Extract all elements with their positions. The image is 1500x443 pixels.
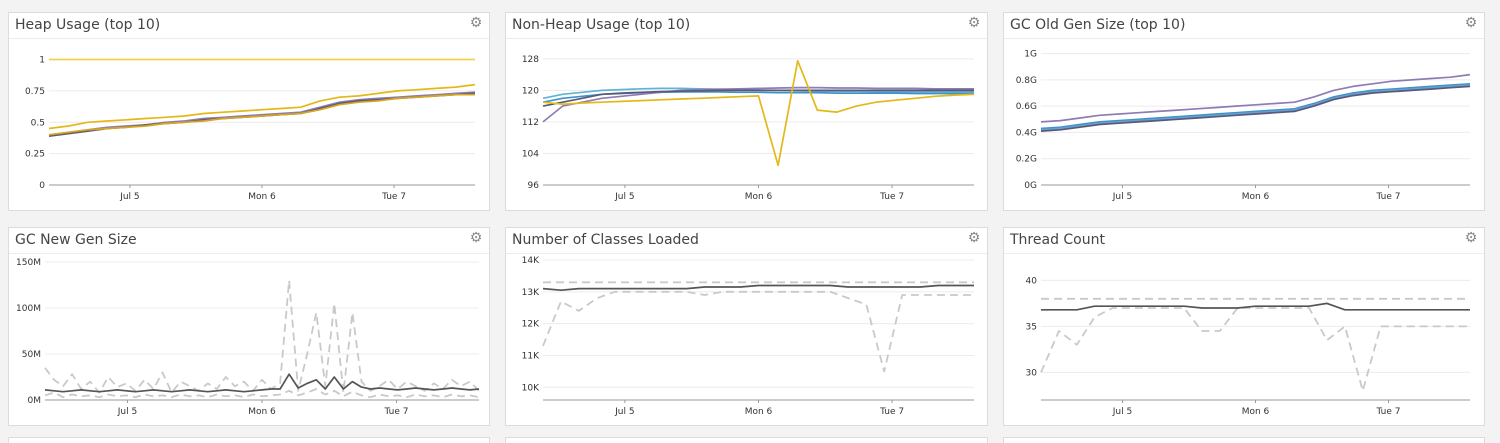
y-tick-label: 40 bbox=[1026, 276, 1038, 286]
series-line bbox=[542, 59, 975, 167]
thread-count-chart: 30 35 40 Jul 5 Mon 6 Tue 7 bbox=[1026, 276, 1470, 417]
y-tick-label: 0.8G bbox=[1016, 76, 1037, 86]
y-tick-label: 128 bbox=[522, 55, 539, 65]
panel-title: Number of Classes Loaded bbox=[512, 232, 699, 248]
x-tick-label: Tue 7 bbox=[879, 192, 904, 202]
panel-title: Non-Heap Usage (top 10) bbox=[512, 17, 691, 33]
y-tick-label: 1G bbox=[1024, 50, 1037, 60]
gear-icon[interactable]: ⚙ bbox=[967, 231, 981, 245]
y-tick-label: 0.6G bbox=[1016, 102, 1037, 112]
series-line bbox=[44, 373, 480, 393]
y-tick-label: 0 bbox=[39, 181, 45, 191]
x-tick-label: Jul 5 bbox=[614, 407, 634, 417]
panel-title: Thread Count bbox=[1010, 232, 1105, 248]
series-line bbox=[1040, 307, 1470, 392]
series-line bbox=[542, 284, 974, 292]
panel-header: Non-Heap Usage (top 10) ⚙ bbox=[506, 13, 987, 39]
panel-title: Heap Usage (top 10) bbox=[15, 17, 161, 33]
y-tick-label: 35 bbox=[1026, 322, 1037, 332]
y-tick-label: 0.5 bbox=[31, 118, 45, 128]
panel-header: Number of Classes Loaded ⚙ bbox=[506, 228, 987, 254]
panel-heap-usage: Heap Usage (top 10) ⚙ 0 0.25 0.5 0.75 1 Jul 5… bbox=[8, 12, 490, 211]
x-tick-label: Tue 7 bbox=[381, 192, 406, 202]
y-tick-label: 100M bbox=[16, 304, 41, 314]
y-tick-label: 0M bbox=[28, 396, 42, 406]
next-row-panel-edge bbox=[8, 437, 490, 443]
gear-icon[interactable]: ⚙ bbox=[967, 16, 981, 30]
x-tick-label: Mon 6 bbox=[745, 192, 773, 202]
x-tick-label: Jul 5 bbox=[1112, 407, 1132, 417]
x-tick-label: Mon 6 bbox=[745, 407, 773, 417]
panel-header: Thread Count ⚙ bbox=[1004, 228, 1484, 254]
panel-classes-loaded: Number of Classes Loaded ⚙ 10K 11K 12K 13K 1… bbox=[505, 227, 988, 426]
x-tick-label: Mon 6 bbox=[1242, 192, 1270, 202]
x-tick-label: Tue 7 bbox=[879, 407, 904, 417]
gc-old-gen-size-chart: 0G 0.2G 0.4G 0.6G 0.8G 1G Jul 5 Mon 6 Tue 7 bbox=[1016, 50, 1471, 202]
non-heap-usage-chart: 96 104 112 120 128 Jul 5 Mon 6 Tue 7 bbox=[522, 55, 975, 202]
y-tick-label: 50M bbox=[22, 350, 41, 360]
y-tick-label: 30 bbox=[1026, 368, 1038, 378]
x-tick-label: Jul 5 bbox=[1112, 192, 1132, 202]
panel-header: GC Old Gen Size (top 10) ⚙ bbox=[1004, 13, 1484, 39]
panel-header: GC New Gen Size ⚙ bbox=[9, 228, 489, 254]
x-tick-label: Jul 5 bbox=[119, 192, 139, 202]
y-tick-label: 11K bbox=[522, 351, 540, 361]
panel-title: GC New Gen Size bbox=[15, 232, 137, 248]
y-tick-label: 10K bbox=[522, 383, 540, 393]
classes-loaded-chart: 10K 11K 12K 13K 14K Jul 5 Mon 6 Tue 7 bbox=[522, 256, 974, 417]
gear-icon[interactable]: ⚙ bbox=[1464, 231, 1478, 245]
gear-icon[interactable]: ⚙ bbox=[1464, 16, 1478, 30]
next-row-panel-edge bbox=[505, 437, 988, 443]
series-line bbox=[1040, 84, 1471, 131]
y-tick-label: 150M bbox=[16, 258, 41, 268]
y-tick-label: 1 bbox=[39, 56, 45, 66]
y-tick-label: 120 bbox=[522, 86, 539, 96]
x-tick-label: Tue 7 bbox=[384, 407, 409, 417]
y-tick-label: 104 bbox=[522, 149, 539, 159]
y-tick-label: 13K bbox=[522, 288, 540, 298]
x-tick-label: Tue 7 bbox=[1376, 192, 1401, 202]
series-line bbox=[44, 279, 480, 394]
x-tick-label: Mon 6 bbox=[248, 407, 276, 417]
x-tick-label: Mon 6 bbox=[1242, 407, 1270, 417]
panel-thread-count: Thread Count ⚙ 30 35 40 Jul 5 Mon 6 Tue 7 bbox=[1003, 227, 1485, 426]
x-tick-label: Tue 7 bbox=[1376, 407, 1401, 417]
x-tick-label: Jul 5 bbox=[614, 192, 634, 202]
gear-icon[interactable]: ⚙ bbox=[469, 16, 483, 30]
y-tick-label: 0.4G bbox=[1016, 128, 1037, 138]
y-tick-label: 112 bbox=[522, 118, 539, 128]
y-tick-label: 12K bbox=[522, 320, 540, 330]
y-tick-label: 0.2G bbox=[1016, 155, 1037, 165]
series-line bbox=[542, 290, 974, 373]
next-row-panel-edge bbox=[1003, 437, 1485, 443]
x-tick-label: Jul 5 bbox=[117, 407, 137, 417]
heap-usage-chart: 0 0.25 0.5 0.75 1 Jul 5 Mon 6 Tue 7 bbox=[25, 56, 476, 202]
y-tick-label: 14K bbox=[522, 256, 540, 266]
x-tick-label: Mon 6 bbox=[248, 192, 276, 202]
panel-non-heap-usage: Non-Heap Usage (top 10) ⚙ 96 104 112 120 128… bbox=[505, 12, 988, 211]
y-tick-label: 0.25 bbox=[25, 150, 45, 160]
gc-new-gen-size-chart: 0M 50M 100M 150M Jul 5 Mon 6 Tue 7 bbox=[16, 258, 480, 417]
y-tick-label: 0G bbox=[1024, 181, 1037, 191]
panel-header: Heap Usage (top 10) ⚙ bbox=[9, 13, 489, 39]
panel-gc-new-gen-size: GC New Gen Size ⚙ 0M 50M 100M 150M Jul 5 Mon … bbox=[8, 227, 490, 426]
panel-title: GC Old Gen Size (top 10) bbox=[1010, 17, 1186, 33]
y-tick-label: 96 bbox=[528, 181, 540, 191]
gear-icon[interactable]: ⚙ bbox=[469, 231, 483, 245]
series-line bbox=[1040, 85, 1471, 132]
panel-gc-old-gen-size: GC Old Gen Size (top 10) ⚙ 0G 0.2G 0.4G 0.6… bbox=[1003, 12, 1485, 211]
y-tick-label: 0.75 bbox=[25, 87, 45, 97]
